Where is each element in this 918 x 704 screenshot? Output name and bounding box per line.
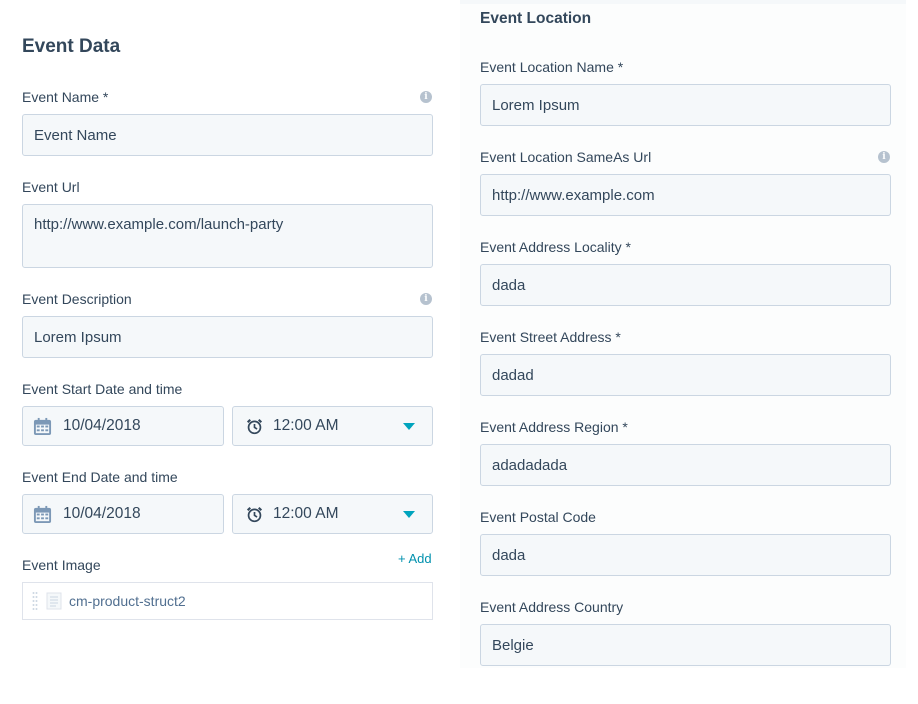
event-url-textarea[interactable]: http://www.example.com/launch-party bbox=[22, 204, 433, 268]
image-icon bbox=[46, 592, 62, 610]
address-country-input[interactable]: Belgie bbox=[480, 624, 891, 666]
event-location-title: Event Location bbox=[480, 10, 592, 27]
event-data-title: Event Data bbox=[22, 36, 121, 57]
info-icon[interactable]: i bbox=[420, 293, 432, 305]
location-sameas-url-label: Event Location SameAs Url bbox=[480, 149, 652, 165]
street-address-input[interactable]: dadad bbox=[480, 354, 891, 396]
alarm-clock-icon bbox=[246, 506, 263, 522]
event-description-label: Event Description bbox=[22, 291, 132, 307]
calendar-icon bbox=[33, 505, 52, 523]
event-image-item[interactable]: cm-product-struct2 bbox=[22, 582, 433, 620]
calendar-icon bbox=[33, 417, 52, 435]
event-name-label: Event Name * bbox=[22, 89, 109, 105]
end-time-value: 12:00 AM bbox=[273, 505, 339, 522]
drag-handle-icon[interactable] bbox=[32, 590, 38, 612]
location-name-input[interactable]: Lorem Ipsum bbox=[480, 84, 891, 126]
address-locality-label: Event Address Locality * bbox=[480, 239, 631, 255]
location-name-label: Event Location Name * bbox=[480, 59, 624, 75]
event-end-label: Event End Date and time bbox=[22, 469, 178, 485]
event-description-input[interactable]: Lorem Ipsum bbox=[22, 316, 433, 358]
postal-code-input[interactable]: dada bbox=[480, 534, 891, 576]
start-date-value: 10/04/2018 bbox=[63, 417, 141, 434]
end-date-picker[interactable]: 10/04/2018 bbox=[22, 494, 224, 534]
end-date-value: 10/04/2018 bbox=[63, 505, 141, 522]
info-icon[interactable]: i bbox=[420, 91, 432, 103]
start-time-select[interactable]: 12:00 AM bbox=[232, 406, 433, 446]
image-item-name: cm-product-struct2 bbox=[69, 593, 186, 609]
event-location-panel: Event Location Event Location Name * Lor… bbox=[460, 0, 906, 668]
postal-code-label: Event Postal Code bbox=[480, 509, 596, 525]
alarm-clock-icon bbox=[246, 418, 263, 434]
chevron-down-icon bbox=[403, 511, 415, 518]
address-locality-input[interactable]: dada bbox=[480, 264, 891, 306]
end-time-select[interactable]: 12:00 AM bbox=[232, 494, 433, 534]
info-icon[interactable]: i bbox=[878, 151, 890, 163]
event-data-panel: Event Data Event Name * i Event Name Eve… bbox=[0, 0, 455, 704]
address-region-input[interactable]: adadadada bbox=[480, 444, 891, 486]
add-image-link[interactable]: + Add bbox=[398, 551, 432, 566]
street-address-label: Event Street Address * bbox=[480, 329, 621, 345]
chevron-down-icon bbox=[403, 423, 415, 430]
address-country-label: Event Address Country bbox=[480, 599, 624, 615]
event-name-input[interactable]: Event Name bbox=[22, 114, 433, 156]
event-image-label: Event Image bbox=[22, 557, 101, 573]
address-region-label: Event Address Region * bbox=[480, 419, 628, 435]
location-sameas-url-input[interactable]: http://www.example.com bbox=[480, 174, 891, 216]
event-url-label: Event Url bbox=[22, 179, 80, 195]
start-time-value: 12:00 AM bbox=[273, 417, 339, 434]
event-start-label: Event Start Date and time bbox=[22, 381, 183, 397]
start-date-picker[interactable]: 10/04/2018 bbox=[22, 406, 224, 446]
